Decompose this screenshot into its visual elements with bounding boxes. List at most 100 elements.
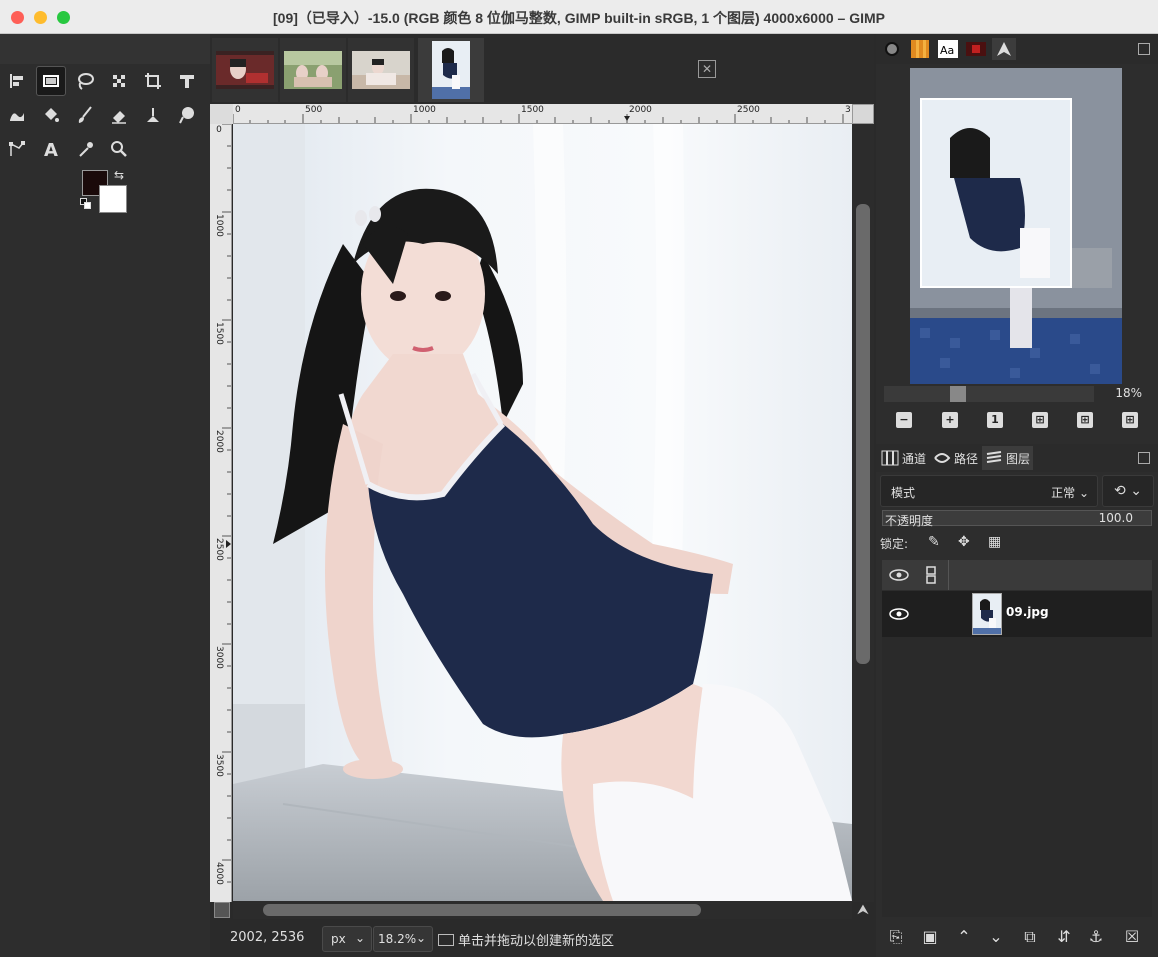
navigator-zoom-slider[interactable] [884,386,1094,402]
tab-paths[interactable]: 路径 [930,446,981,470]
layer-buttons: ⎘ ▣ ⌃ ⌄ ⧉ ⇵ ⚓ ☒ [886,927,1154,949]
tab-layers[interactable]: 图层 [982,446,1034,470]
chain-header-icon[interactable] [924,565,938,585]
mode-value: 正常 ⌄ [1051,486,1089,500]
text-tool-icon[interactable]: A [36,134,66,164]
chevron-down-icon: ⌄ [415,931,426,945]
fuzzy-select-tool-icon[interactable] [104,66,134,96]
images-tab-icon[interactable] [964,38,988,60]
align-tool-icon[interactable] [2,66,32,96]
zoom-to-window-button[interactable] [852,104,874,124]
ruler-label: 2500 [737,105,760,115]
eraser-tool-icon[interactable] [104,100,134,130]
opacity-slider[interactable]: 不透明度 100.0 [882,510,1152,528]
layer-visibility-icon[interactable] [888,607,910,621]
navigator-view-frame[interactable] [920,98,1072,288]
visibility-header-icon[interactable] [888,568,910,582]
image-canvas[interactable] [233,124,852,901]
delete-layer-icon[interactable]: ☒ [1122,927,1142,947]
image-tab[interactable] [280,38,346,102]
navigator-buttons: − + 1 ⊞ ⊞ ⊞ [892,412,1152,432]
duplicate-layer-icon[interactable]: ⧉ [1020,927,1040,947]
merge-layer-icon[interactable]: ⇵ [1054,927,1074,947]
zoom-tool-icon[interactable] [104,134,134,164]
unit-value: px [331,932,346,946]
new-layer-group-icon[interactable]: ▣ [920,927,940,947]
vertical-scrollbar[interactable] [852,124,874,902]
wilber-banner [0,34,210,64]
free-select-tool-icon[interactable] [70,66,100,96]
ruler-label: 500 [305,105,323,115]
window-title: [09]（已导入）-15.0 (RGB 颜色 8 位伽马整数, GIMP bui… [273,10,885,26]
default-colors-icon[interactable] [80,198,92,210]
layers-list-header [882,560,1152,590]
clone-tool-icon[interactable] [138,100,168,130]
chevron-down-icon: ⌄ [354,931,365,945]
right-dock: Aa 18% − + 1 ⊞ ⊞ ⊞ 通道 路径 图层 模式 正常 ⌄ ⟲ ⌄ … [876,34,1158,957]
raise-layer-icon[interactable]: ⌃ [954,927,974,947]
image-tabs-strip: ✕ [210,34,874,104]
shrink-wrap-icon[interactable]: ⊞ [1122,412,1138,428]
mode-reset-button[interactable]: ⟲ ⌄ [1102,475,1154,507]
navigator-zoom-thumb[interactable] [950,386,966,402]
swap-colors-icon[interactable]: ⇆ [114,168,124,182]
paths-tool-icon[interactable] [2,134,32,164]
status-message: 单击并拖动以创建新的选区 [438,930,614,949]
ruler-label: 2500 [214,538,224,561]
ruler-corner [210,104,233,124]
dock-menu-icon[interactable] [1138,43,1150,55]
anchor-layer-icon[interactable]: ⚓ [1086,927,1106,947]
lock-pixels-icon[interactable]: ✎ [928,534,946,552]
status-message-text: 单击并拖动以创建新的选区 [458,934,615,949]
lock-label: 锁定: [880,537,909,551]
warp-transform-tool-icon[interactable] [2,100,32,130]
rect-select-tool-icon[interactable] [36,66,66,96]
navigation-tab-icon[interactable] [992,38,1016,60]
crop-tool-icon[interactable] [138,66,168,96]
zoom-out-icon[interactable]: − [896,412,912,428]
lower-layer-icon[interactable]: ⌄ [986,927,1006,947]
navigate-icon[interactable]: ⮝ [854,902,872,918]
horizontal-scrollbar[interactable] [233,901,852,919]
zoom-in-icon[interactable]: + [942,412,958,428]
patterns-tab-icon[interactable] [908,38,932,60]
image-tab[interactable] [348,38,414,102]
layers-list-empty-area[interactable] [882,637,1152,917]
fit-image-icon[interactable]: ⊞ [1032,412,1048,428]
close-tab-icon[interactable]: ✕ [698,60,716,78]
paintbrush-tool-icon[interactable] [70,100,100,130]
zoom-select[interactable]: 18.2% ⌄ [373,926,433,952]
horizontal-ruler: 0 500 1000 1500 2000 2500 3 [233,104,853,124]
fonts-tab-icon[interactable]: Aa [936,38,960,60]
navigator-preview[interactable] [910,68,1122,384]
quick-mask-toggle[interactable] [214,902,230,918]
brushes-tab-icon[interactable] [880,38,904,60]
unit-select[interactable]: px ⌄ [322,926,372,952]
layer-thumbnail [972,593,1002,635]
ruler-label: 1000 [214,214,224,237]
image-tab[interactable] [212,38,278,102]
image-tab-active[interactable] [418,38,484,102]
ruler-label: 4000 [214,862,224,885]
layers-dock-menu-icon[interactable] [1138,452,1150,464]
vertical-scroll-thumb[interactable] [856,204,870,664]
smudge-tool-icon[interactable] [172,100,202,130]
background-color-swatch[interactable] [99,185,127,213]
bucket-fill-tool-icon[interactable] [36,100,66,130]
status-bar: 2002, 2536 px ⌄ 18.2% ⌄ 单击并拖动以创建新的选区 [210,920,874,957]
unified-transform-tool-icon[interactable] [172,66,202,96]
tab-channels[interactable]: 通道 [878,446,929,470]
layer-row[interactable]: 09.jpg [882,591,1152,637]
fill-window-icon[interactable]: ⊞ [1077,412,1093,428]
mode-label: 模式 [891,486,916,500]
horizontal-scroll-thumb[interactable] [263,904,701,916]
tab-layers-label: 图层 [1006,451,1031,466]
zoom-1-1-icon[interactable]: 1 [987,412,1003,428]
new-layer-icon[interactable]: ⎘ [886,927,906,947]
layer-mode-select[interactable]: 模式 正常 ⌄ [880,475,1098,507]
lock-position-icon[interactable]: ✥ [958,534,976,552]
ruler-label: 1000 [413,105,436,115]
color-picker-tool-icon[interactable] [70,134,100,164]
layer-name: 09.jpg [1006,605,1049,619]
lock-alpha-icon[interactable]: ▦ [988,534,1006,552]
